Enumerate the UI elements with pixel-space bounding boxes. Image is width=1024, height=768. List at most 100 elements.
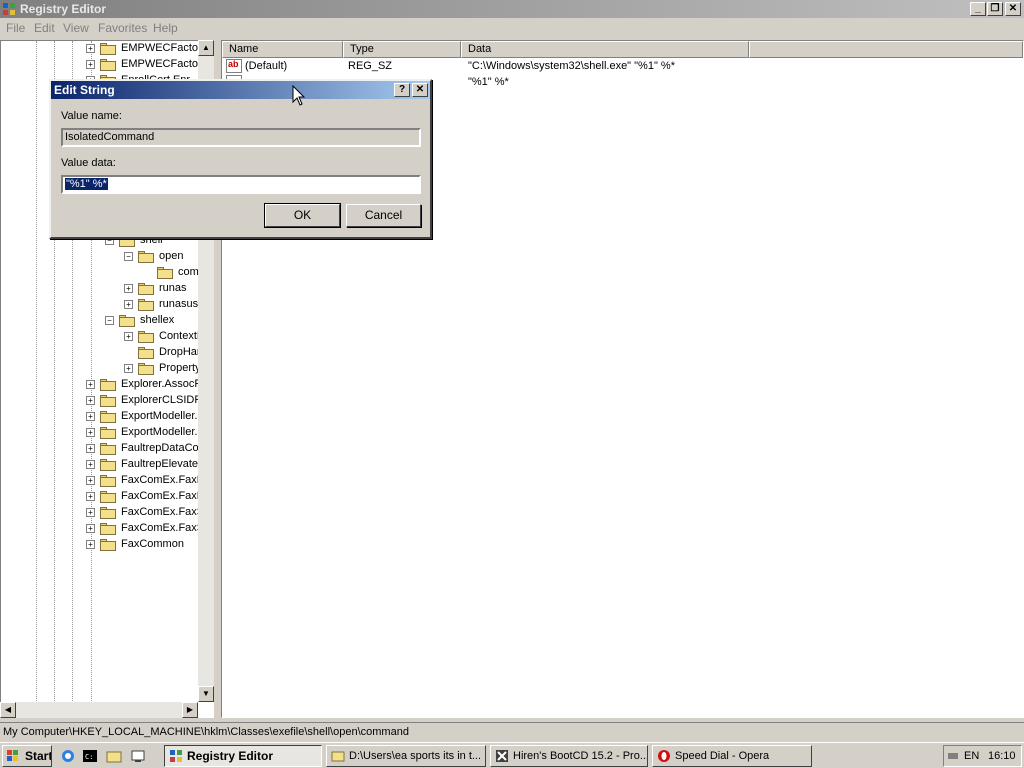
folder-icon	[100, 459, 116, 471]
column-header-data[interactable]: Data	[461, 41, 749, 58]
expand-icon[interactable]: +	[86, 412, 95, 421]
folder-icon	[100, 395, 116, 407]
command-prompt-icon[interactable]: C:	[82, 748, 98, 764]
status-path: My Computer\HKEY_LOCAL_MACHINE\hklm\Clas…	[3, 726, 409, 738]
status-bar: My Computer\HKEY_LOCAL_MACHINE\hklm\Clas…	[0, 722, 1024, 740]
expand-icon[interactable]: +	[124, 284, 133, 293]
folder-icon	[138, 251, 154, 263]
column-header-type[interactable]: Type	[343, 41, 461, 58]
expand-icon[interactable]: +	[86, 44, 95, 53]
window-title-bar[interactable]: Registry Editor _ ❐ ✕	[0, 0, 1024, 18]
window-title: Registry Editor	[20, 2, 107, 16]
start-label: Start	[25, 749, 52, 763]
menu-view[interactable]: View	[63, 21, 89, 35]
folder-icon	[100, 523, 116, 535]
folder-icon	[100, 443, 116, 455]
expand-icon[interactable]: +	[86, 508, 95, 517]
task-explorer-folder[interactable]: D:\Users\ea sports its in t...	[326, 745, 486, 767]
expand-icon[interactable]: +	[86, 460, 95, 469]
expand-icon[interactable]: +	[124, 364, 133, 373]
folder-icon	[331, 751, 345, 762]
folder-icon	[100, 475, 116, 487]
expand-icon[interactable]: +	[86, 476, 95, 485]
clock[interactable]: 16:10	[988, 750, 1016, 762]
folder-icon	[100, 59, 116, 71]
tree-node-label: open	[159, 250, 184, 262]
expand-icon[interactable]: +	[124, 332, 133, 341]
scroll-right-button[interactable]: ▶	[182, 702, 198, 718]
folder-icon	[138, 363, 154, 375]
task-opera[interactable]: Speed Dial - Opera	[652, 745, 812, 767]
help-button[interactable]: ?	[394, 83, 410, 97]
tree-node-label: shellex	[140, 314, 175, 326]
column-header-blank	[749, 41, 1023, 58]
folder-icon	[100, 411, 116, 423]
taskbar: Start C: Registry Editor D:\Users\ea spo…	[0, 742, 1024, 768]
expand-icon[interactable]: +	[86, 380, 95, 389]
internet-explorer-icon[interactable]	[60, 748, 76, 764]
tree-horizontal-scrollbar[interactable]: ◀ ▶	[0, 702, 198, 718]
explorer-folder-icon[interactable]	[106, 748, 122, 764]
expand-icon[interactable]: +	[86, 444, 95, 453]
menu-edit[interactable]: Edit	[34, 21, 55, 35]
column-header-name[interactable]: Name	[222, 41, 343, 58]
scroll-up-button[interactable]: ▲	[198, 40, 214, 56]
folder-icon	[138, 347, 154, 359]
expand-icon[interactable]: +	[86, 60, 95, 69]
dialog-title: Edit String	[54, 83, 115, 97]
dialog-title-bar[interactable]: Edit String ? ✕	[51, 81, 430, 99]
close-button[interactable]: ✕	[1005, 2, 1021, 16]
expand-icon[interactable]: +	[124, 300, 133, 309]
folder-icon	[100, 507, 116, 519]
menu-favorites[interactable]: Favorites	[98, 21, 147, 35]
expand-icon[interactable]: +	[86, 524, 95, 533]
value-data-selection: "%1" %*	[65, 178, 108, 190]
folder-icon	[100, 427, 116, 439]
language-indicator[interactable]: EN	[964, 750, 979, 762]
dialog-close-button[interactable]: ✕	[412, 83, 428, 97]
folder-icon	[100, 491, 116, 503]
value-name[interactable]: (Default)	[245, 60, 287, 72]
tree-node-label: runas	[159, 282, 187, 294]
start-button[interactable]: Start	[2, 745, 52, 767]
keyboard-language-icon[interactable]	[947, 750, 959, 762]
value-name-label: Value name:	[61, 110, 122, 122]
tree-node-label: ExportModeller.E	[121, 426, 205, 438]
folder-icon	[100, 43, 116, 55]
value-name-field: IsolatedCommand	[61, 128, 421, 147]
task-label: D:\Users\ea sports its in t...	[349, 750, 482, 762]
folder-icon	[100, 379, 116, 391]
tree-node-label: FaxCommon	[121, 538, 184, 550]
scroll-left-button[interactable]: ◀	[0, 702, 16, 718]
task-label: Hiren's BootCD 15.2 - Pro...	[513, 750, 648, 762]
folder-icon	[138, 299, 154, 311]
expand-icon[interactable]: +	[86, 540, 95, 549]
value-data-input[interactable]: "%1" %*	[61, 175, 421, 194]
scroll-down-button[interactable]: ▼	[198, 686, 214, 702]
expand-icon[interactable]: +	[86, 492, 95, 501]
cancel-button[interactable]: Cancel	[346, 204, 421, 227]
folder-icon	[119, 315, 135, 327]
svg-text:C:: C:	[85, 753, 93, 761]
tree-node-label: EMPWECFactor	[121, 42, 202, 54]
tree-node-label: EMPWECFactor	[121, 58, 202, 70]
edit-string-dialog: Edit String ? ✕ Value name: IsolatedComm…	[49, 79, 432, 239]
expand-icon[interactable]: +	[86, 396, 95, 405]
tools-icon	[496, 750, 508, 762]
registry-editor-icon	[3, 3, 15, 15]
task-hirens-bootcd[interactable]: Hiren's BootCD 15.2 - Pro...	[490, 745, 648, 767]
system-tray: EN 16:10	[943, 745, 1022, 767]
collapse-icon[interactable]: −	[105, 316, 114, 325]
collapse-icon[interactable]: −	[124, 252, 133, 261]
folder-icon	[138, 331, 154, 343]
minimize-button[interactable]: _	[970, 2, 986, 16]
menu-help[interactable]: Help	[153, 21, 178, 35]
ok-button[interactable]: OK	[264, 203, 341, 228]
restore-button[interactable]: ❐	[987, 2, 1003, 16]
folder-icon	[138, 283, 154, 295]
expand-icon[interactable]: +	[86, 428, 95, 437]
menu-file[interactable]: File	[6, 21, 25, 35]
mouse-pointer-icon	[292, 85, 306, 106]
show-desktop-icon[interactable]	[130, 748, 146, 764]
task-registry-editor[interactable]: Registry Editor	[164, 745, 322, 767]
